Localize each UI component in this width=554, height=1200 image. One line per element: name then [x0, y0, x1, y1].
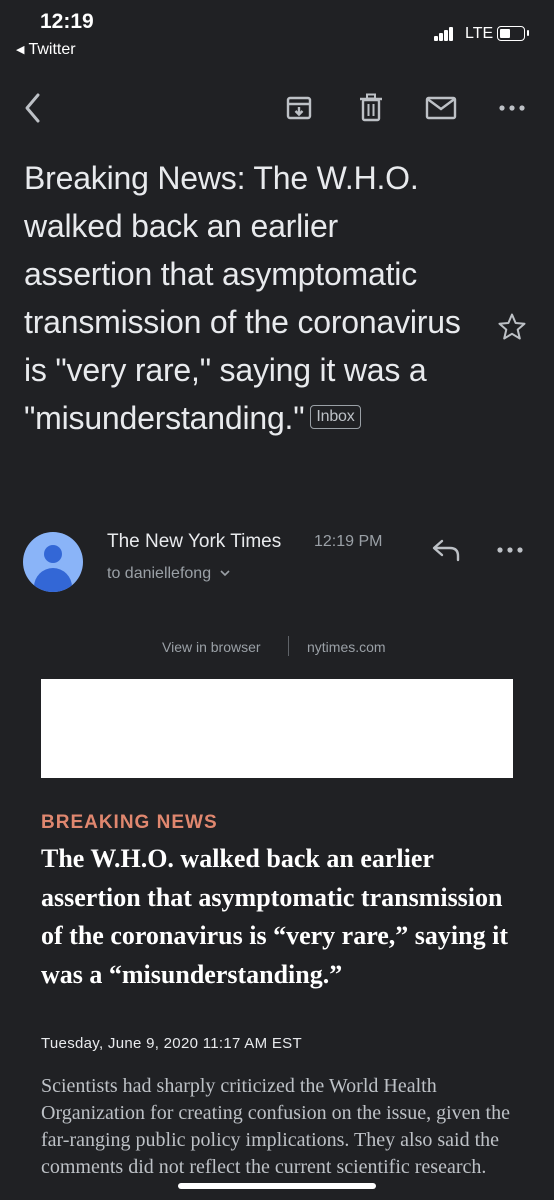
- reply-icon[interactable]: [430, 535, 464, 565]
- link-divider: [288, 636, 289, 656]
- email-toolbar: [0, 80, 554, 136]
- network-type: LTE: [465, 25, 494, 42]
- sender-row: The New York Times 12:19 PM to daniellef…: [0, 525, 554, 595]
- back-to-app-link[interactable]: ◀ Twitter: [16, 41, 76, 59]
- star-icon[interactable]: [497, 312, 527, 342]
- sent-time: 12:19 PM: [314, 533, 383, 550]
- newsletter-banner-image[interactable]: [41, 679, 513, 778]
- avatar[interactable]: [23, 532, 83, 592]
- inbox-label-chip[interactable]: Inbox: [310, 404, 361, 429]
- more-horizontal-icon[interactable]: [494, 90, 530, 126]
- signal-icon: [434, 27, 458, 41]
- nytimes-link[interactable]: nytimes.com: [307, 639, 386, 655]
- chevron-down-icon: [219, 570, 230, 577]
- article-dateline: Tuesday, June 9, 2020 11:17 AM EST: [41, 1035, 302, 1052]
- back-icon[interactable]: [16, 90, 52, 126]
- email-subject: Breaking News: The W.H.O. walked back an…: [24, 154, 464, 442]
- trash-icon[interactable]: [353, 90, 389, 126]
- mail-icon[interactable]: [423, 90, 459, 126]
- article-headline[interactable]: The W.H.O. walked back an earlier assert…: [41, 840, 521, 994]
- view-links: View in browser nytimes.com: [0, 636, 554, 660]
- back-triangle-icon: ◀: [16, 44, 25, 56]
- sender-name[interactable]: The New York Times: [107, 531, 281, 553]
- status-time: 12:19: [40, 10, 94, 33]
- recipient-toggle[interactable]: to daniellefong: [107, 565, 231, 583]
- view-in-browser-link[interactable]: View in browser: [162, 639, 261, 655]
- back-app-label: Twitter: [28, 41, 76, 58]
- subject-text: Breaking News: The W.H.O. walked back an…: [24, 160, 461, 436]
- archive-icon[interactable]: [281, 90, 317, 126]
- message-more-icon[interactable]: [496, 537, 530, 563]
- breaking-news-kicker: BREAKING NEWS: [41, 812, 218, 833]
- battery-icon: [497, 26, 529, 41]
- status-bar: 12:19 ◀ Twitter LTE: [0, 0, 554, 70]
- recipient-text: to daniellefong: [107, 565, 212, 582]
- article-body: Scientists had sharply criticized the Wo…: [41, 1075, 510, 1178]
- home-indicator[interactable]: [178, 1183, 376, 1189]
